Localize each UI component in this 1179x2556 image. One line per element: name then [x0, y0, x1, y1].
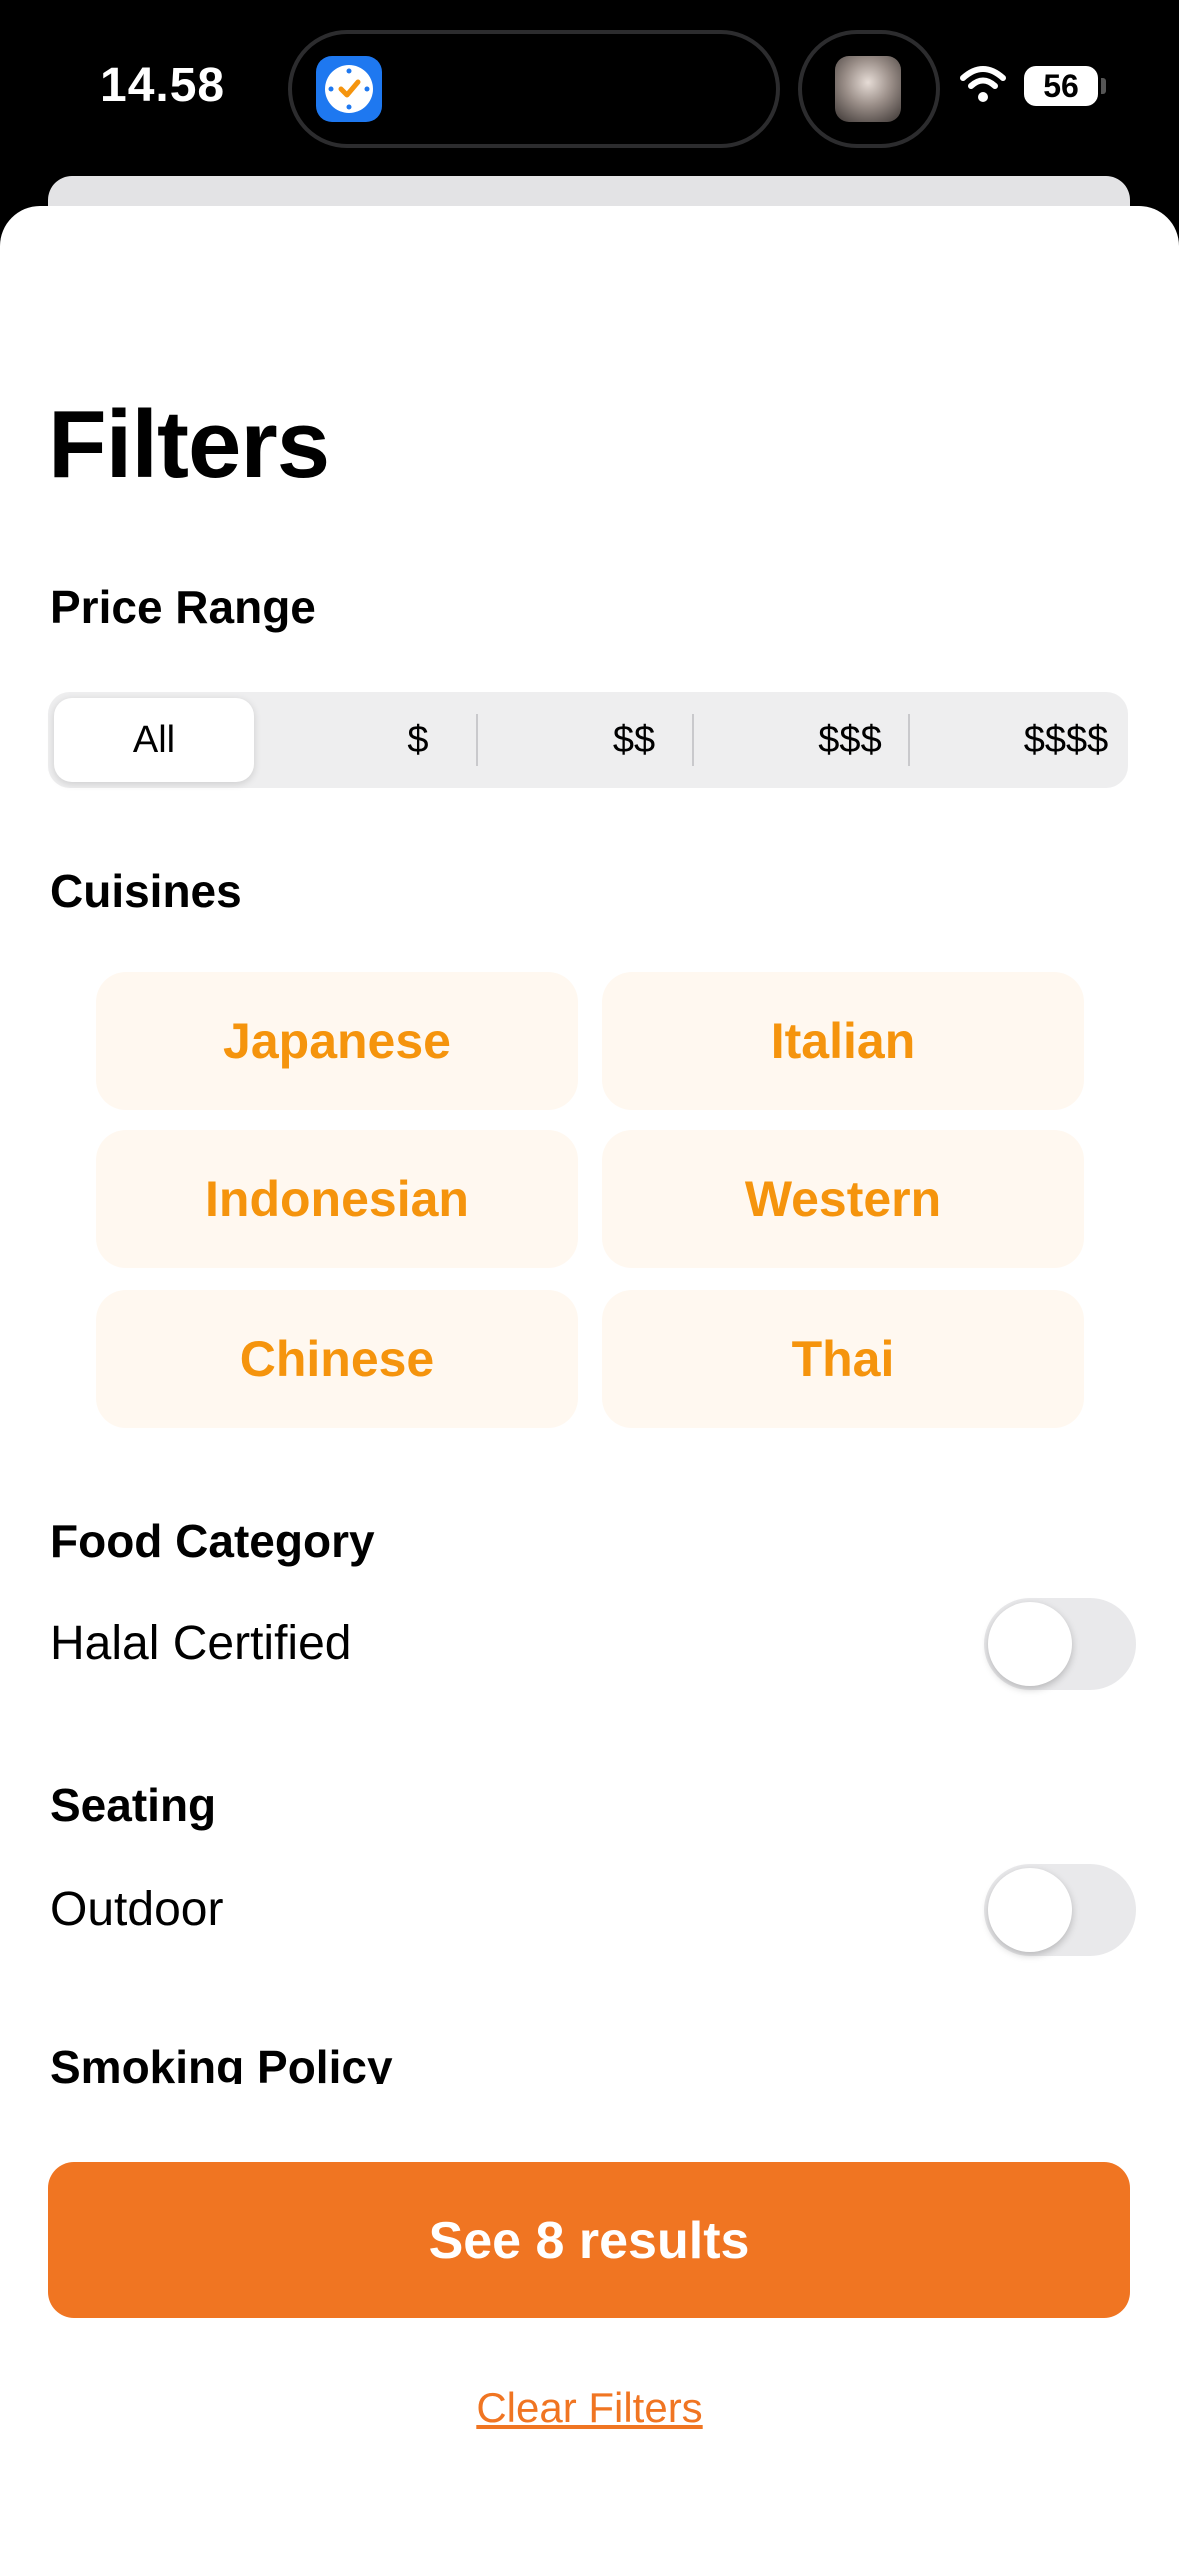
clear-filters-link[interactable]: Clear Filters: [0, 2384, 1179, 2432]
cuisine-chip-indonesian[interactable]: Indonesian: [96, 1130, 578, 1268]
cuisine-chip-chinese[interactable]: Chinese: [96, 1290, 578, 1428]
wifi-icon: [960, 66, 1006, 102]
price-range-heading: Price Range: [50, 581, 316, 633]
dynamic-island: [288, 30, 780, 148]
toggle-knob: [988, 1868, 1072, 1952]
food-category-heading: Food Category: [50, 1515, 375, 1567]
outdoor-label: Outdoor: [50, 1883, 224, 1936]
segment-3-dollar[interactable]: $$$: [742, 692, 958, 788]
outdoor-toggle[interactable]: [984, 1864, 1136, 1956]
segment-1-dollar[interactable]: $: [310, 692, 526, 788]
segment-2-dollar[interactable]: $$: [526, 692, 742, 788]
filters-sheet: Filters Price Range All $ $$ $$$ $$$$ Cu…: [0, 206, 1179, 2556]
status-time: 14.58: [100, 59, 226, 112]
segment-4-dollar[interactable]: $$$$: [958, 692, 1174, 788]
price-range-segmented-control: All $ $$ $$$ $$$$: [48, 692, 1128, 788]
segment-divider: [476, 714, 478, 766]
halal-certified-toggle[interactable]: [984, 1598, 1136, 1690]
clock-app-icon: [316, 56, 382, 122]
toggle-knob: [988, 1602, 1072, 1686]
seating-heading: Seating: [50, 1779, 217, 1831]
live-activity-pill: [798, 30, 940, 148]
segment-all[interactable]: All: [54, 698, 254, 782]
cuisine-chip-japanese[interactable]: Japanese: [96, 972, 578, 1110]
segment-divider: [908, 714, 910, 766]
cuisine-chip-italian[interactable]: Italian: [602, 972, 1084, 1110]
avatar: [835, 56, 901, 122]
battery-tip: [1101, 78, 1106, 94]
status-bar: 14.58 56: [0, 0, 1179, 180]
see-results-button[interactable]: See 8 results: [48, 2162, 1130, 2318]
segment-divider: [692, 714, 694, 766]
scroll-clip: [0, 2084, 1179, 2134]
cuisines-heading: Cuisines: [50, 865, 242, 917]
cuisine-chip-thai[interactable]: Thai: [602, 1290, 1084, 1428]
halal-certified-label: Halal Certified: [50, 1617, 352, 1670]
battery-icon: 56: [1024, 66, 1098, 106]
page-title: Filters: [48, 391, 330, 498]
cuisine-chip-western[interactable]: Western: [602, 1130, 1084, 1268]
